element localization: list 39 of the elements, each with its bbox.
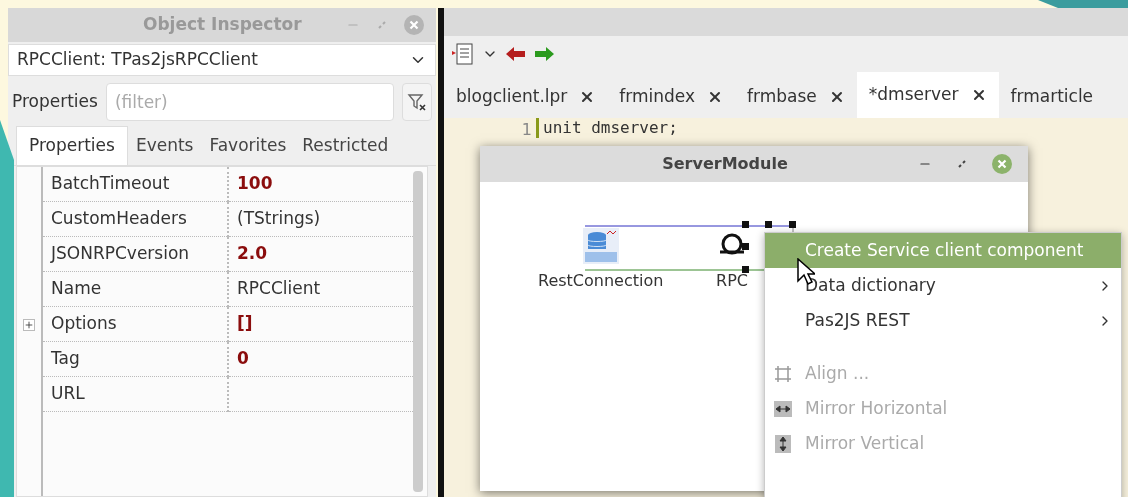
align-icon: [773, 363, 793, 384]
window-title: ServerModule: [662, 153, 788, 175]
expand-icon[interactable]: [23, 318, 35, 331]
inspector-tab[interactable]: Events: [127, 126, 202, 165]
restore-icon[interactable]: [956, 158, 968, 170]
clear-filter-button[interactable]: [402, 83, 432, 121]
arrow-left-icon[interactable]: [506, 46, 526, 62]
property-name: CustomHeaders: [43, 202, 229, 237]
scrollbar[interactable]: [413, 171, 423, 492]
property-name: JSONRPCversion: [43, 237, 229, 272]
editor-tab[interactable]: *dmserver: [856, 72, 999, 118]
property-name: Tag: [43, 342, 229, 377]
property-name: URL: [43, 377, 229, 412]
mirror-horizontal-icon: [773, 398, 793, 419]
inspector-tab[interactable]: Properties: [16, 126, 128, 165]
component-label[interactable]: RestConnection: [538, 269, 664, 293]
filter-field[interactable]: (filter): [105, 83, 394, 121]
editor-tab[interactable]: blogclient.lpr: [444, 76, 608, 118]
property-name: Name: [43, 272, 229, 307]
line-number: 1: [521, 119, 532, 138]
editor-tab[interactable]: frmarticle: [998, 76, 1106, 118]
selection-handles-drawing: [742, 221, 796, 273]
inspector-tab[interactable]: Restricted: [294, 126, 397, 165]
filter-icon: [407, 92, 427, 112]
property-name: BatchTimeout: [43, 167, 229, 202]
filter-label: Properties: [12, 90, 98, 114]
document-list-icon[interactable]: [452, 42, 474, 66]
editor-tab[interactable]: frmindex: [607, 76, 736, 118]
window-title: Object Inspector: [143, 13, 302, 37]
menu-item[interactable]: Pas2JS REST: [765, 303, 1121, 338]
component-dropdown[interactable]: RPCClient: TPas2jsRPCClient: [8, 44, 436, 76]
editor-tab[interactable]: frmbase: [735, 76, 857, 118]
inspector-tab[interactable]: Favorites: [201, 126, 295, 165]
property-name: Options: [43, 307, 229, 342]
component-label[interactable]: RPC: [716, 269, 748, 293]
mirror-vertical-icon: [773, 433, 793, 454]
arrow-right-icon[interactable]: [534, 46, 554, 62]
database-icon: [582, 228, 619, 264]
code-line: unit dmserver;: [542, 118, 678, 138]
